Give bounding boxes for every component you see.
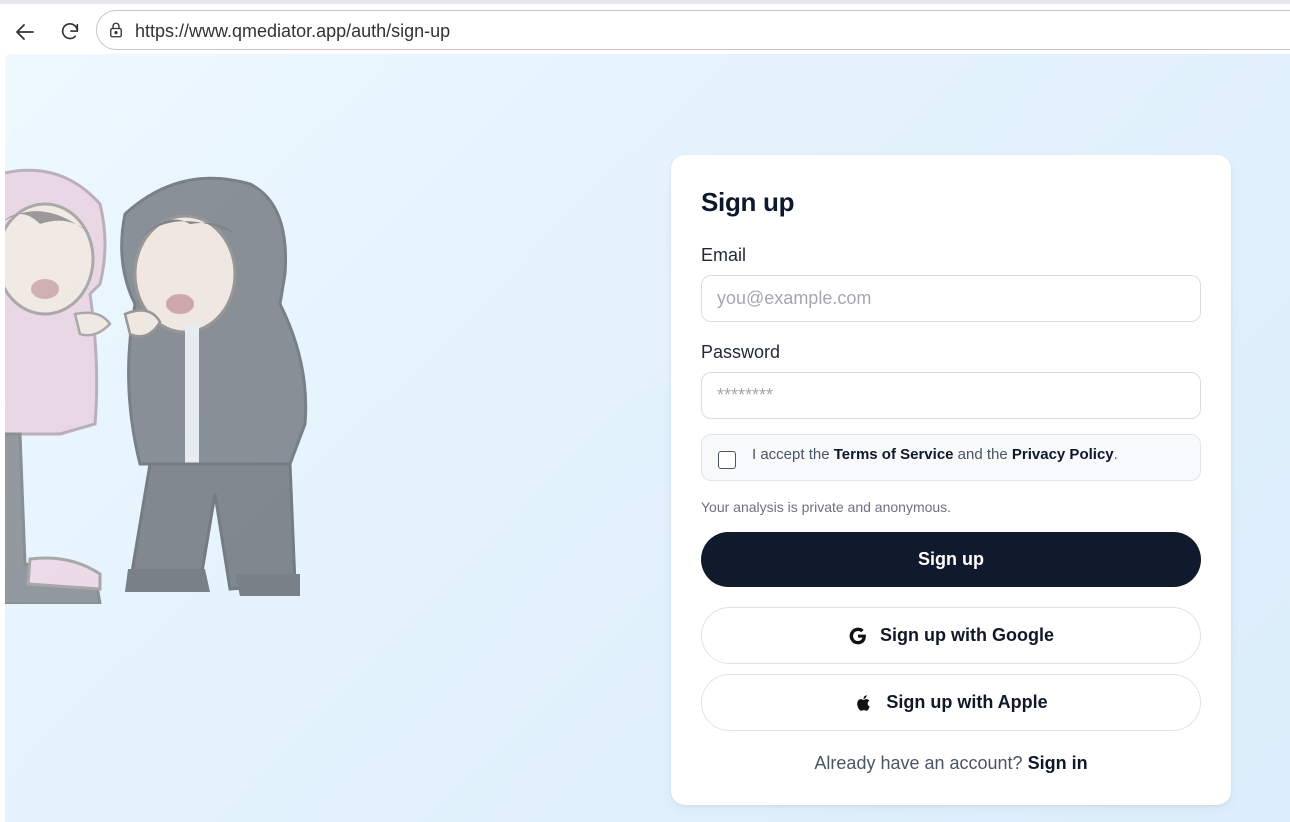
signup-card: Sign up Email Password I accept the Term… [671, 155, 1231, 805]
arrow-left-icon [16, 24, 34, 40]
terms-prefix: I accept the [752, 446, 834, 463]
google-sign-up-button[interactable]: Sign up with Google [701, 607, 1201, 664]
reload-button[interactable] [54, 16, 86, 48]
sign-in-prompt-text: Already have an account? [814, 753, 1028, 773]
url-text: https://www.qmediator.app/auth/sign-up [135, 21, 451, 41]
password-label: Password [701, 342, 781, 362]
terms-text: I accept the Terms of Service and the Pr… [752, 446, 1118, 463]
terms-suffix: . [1113, 446, 1118, 463]
terms-consent-box: I accept the Terms of Service and the Pr… [701, 434, 1201, 481]
sign-in-link[interactable]: Sign in [1028, 753, 1088, 773]
back-button[interactable] [9, 16, 41, 48]
terms-checkbox[interactable] [718, 451, 736, 469]
apple-sign-up-button[interactable]: Sign up with Apple [701, 674, 1201, 731]
browser-toolbar: https://www.qmediator.app/auth/sign-up [0, 0, 1290, 54]
privacy-note: Your analysis is private and anonymous. [701, 499, 952, 515]
email-label: Email [701, 245, 747, 265]
sign-in-prompt: Already have an account? Sign in [671, 753, 1231, 774]
reload-icon [61, 23, 79, 40]
address-bar[interactable]: https://www.qmediator.app/auth/sign-up [96, 10, 1290, 50]
page-background: Sign up Email Password I accept the Term… [5, 54, 1290, 822]
sign-up-button[interactable]: Sign up [701, 532, 1201, 587]
pink-hoodie-character [5, 168, 112, 604]
email-field[interactable] [701, 275, 1201, 322]
privacy-policy-link[interactable]: Privacy Policy [1012, 446, 1114, 463]
apple-sign-up-label: Sign up with Apple [886, 692, 1048, 712]
terms-of-service-link[interactable]: Terms of Service [834, 446, 954, 463]
lock-icon[interactable] [107, 21, 125, 39]
password-field[interactable] [701, 372, 1201, 419]
apple-icon [857, 694, 871, 711]
arguing-characters-illustration [5, 168, 308, 604]
black-hoodie-character [120, 176, 308, 596]
terms-middle: and the [953, 446, 1012, 463]
google-icon [849, 627, 866, 644]
page-title: Sign up [701, 187, 795, 217]
google-sign-up-label: Sign up with Google [880, 625, 1054, 645]
